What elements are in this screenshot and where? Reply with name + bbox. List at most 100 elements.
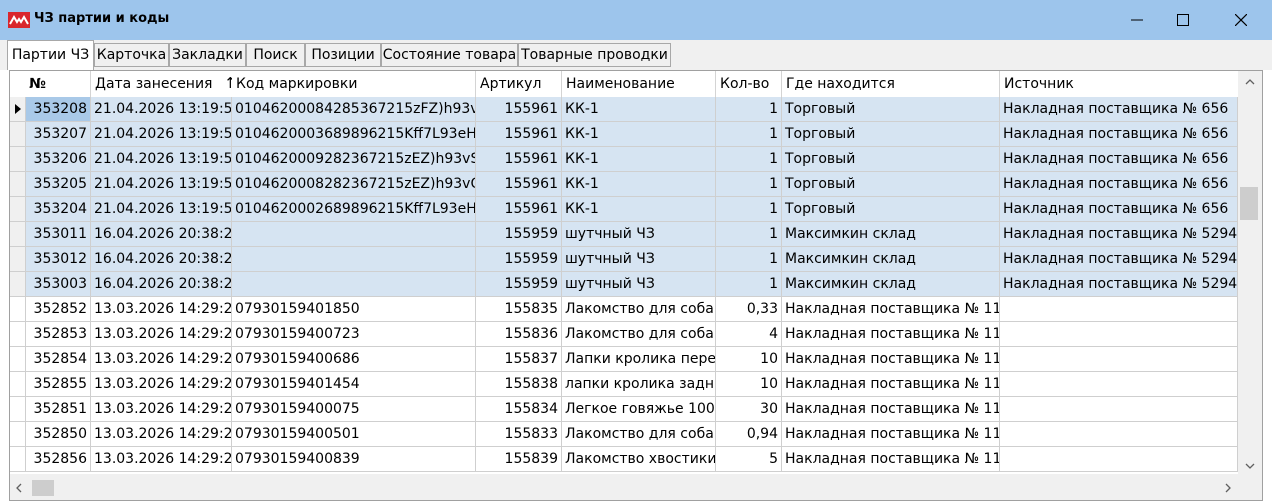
cell-name[interactable]: Лакомство для собак <box>562 422 716 447</box>
scroll-left-arrow-icon[interactable] <box>16 483 22 493</box>
cell-name[interactable]: Лакомство хвостики к <box>562 447 716 472</box>
table-row[interactable]: 352850 13.03.2026 14:29:24 07930159400501 1… <box>10 422 1238 447</box>
table-row[interactable]: 353011 16.04.2026 20:38:28 155959 шутчный Ч… <box>10 222 1238 247</box>
cell-code[interactable] <box>232 272 476 297</box>
cell-code[interactable]: 07930159401850 <box>232 297 476 322</box>
column-header-num[interactable]: № <box>26 71 91 97</box>
table-row[interactable]: 353205 21.04.2026 13:19:51 010462000828236… <box>10 172 1238 197</box>
cell-date[interactable]: 21.04.2026 13:19:51 <box>91 172 232 197</box>
cell-source[interactable] <box>1000 322 1238 347</box>
cell-location[interactable]: Торговый <box>782 147 1000 172</box>
cell-code[interactable]: 07930159400075 <box>232 397 476 422</box>
cell-name[interactable]: лапки кролика задние <box>562 372 716 397</box>
cell-code[interactable]: 07930159400501 <box>232 422 476 447</box>
table-row[interactable]: 353012 16.04.2026 20:38:28 155959 шутчный Ч… <box>10 247 1238 272</box>
column-header-source[interactable]: Источник <box>1000 71 1238 97</box>
column-header-date[interactable]: Дата занесения <box>91 71 232 97</box>
cell-name[interactable]: КК-1 <box>562 172 716 197</box>
cell-num[interactable]: 352856 <box>26 447 91 472</box>
tab-sostoyanie-tovara[interactable]: Состояние товара <box>381 43 518 67</box>
cell-num[interactable]: 353206 <box>26 147 91 172</box>
cell-source[interactable] <box>1000 372 1238 397</box>
app-logo-icon[interactable] <box>8 12 30 28</box>
cell-code[interactable]: 010462000928236​7215zEZ)h93vSua <box>232 147 476 172</box>
row-indicator[interactable] <box>10 147 26 172</box>
cell-date[interactable]: 13.03.2026 14:29:24 <box>91 422 232 447</box>
scroll-up-arrow-icon[interactable] <box>1245 79 1255 85</box>
scroll-down-arrow-icon[interactable] <box>1245 463 1255 469</box>
cell-date[interactable]: 16.04.2026 20:38:28 <box>91 247 232 272</box>
cell-source[interactable] <box>1000 422 1238 447</box>
cell-source[interactable]: Накладная поставщика № 52947 <box>1000 222 1238 247</box>
cell-num[interactable]: 352854 <box>26 347 91 372</box>
vertical-scroll-thumb[interactable] <box>1240 187 1258 220</box>
cell-location[interactable]: Торговый <box>782 197 1000 222</box>
column-header-article[interactable]: Артикул <box>476 71 562 97</box>
cell-qty[interactable]: 0,94 <box>716 422 782 447</box>
cell-num[interactable]: 352852 <box>26 297 91 322</box>
cell-location[interactable]: Накладная поставщика № 11 <box>782 322 1000 347</box>
cell-qty[interactable]: 1 <box>716 197 782 222</box>
cell-name[interactable]: шутчный ЧЗ <box>562 222 716 247</box>
cell-num[interactable]: 353003 <box>26 272 91 297</box>
column-header-code[interactable]: Код маркировки <box>232 71 476 97</box>
cell-source[interactable] <box>1000 297 1238 322</box>
tab-tovarnye-provodki[interactable]: Товарные проводки <box>518 43 671 67</box>
cell-code[interactable]: 010462000828236​7215zEZ)h93vQuo <box>232 172 476 197</box>
cell-name[interactable]: КК-1 <box>562 197 716 222</box>
column-header-qty[interactable]: Кол-во <box>716 71 782 97</box>
cell-source[interactable]: Накладная поставщика № 656 <box>1000 172 1238 197</box>
table-row[interactable]: 353208 21.04.2026 13:19:51 010462000842853… <box>10 97 1238 122</box>
table-row[interactable]: 353207 21.04.2026 13:19:51 010462000368989… <box>10 122 1238 147</box>
cell-date[interactable]: 13.03.2026 14:29:24 <box>91 372 232 397</box>
column-header-name[interactable]: Наименование <box>562 71 716 97</box>
table-row[interactable]: 352855 13.03.2026 14:29:24 07930159401454 1… <box>10 372 1238 397</box>
cell-num[interactable]: 352855 <box>26 372 91 397</box>
maximize-button[interactable] <box>1160 0 1206 40</box>
cell-article[interactable]: 155836 <box>476 322 562 347</box>
cell-code[interactable] <box>232 247 476 272</box>
cell-num[interactable]: 352853 <box>26 322 91 347</box>
cell-qty[interactable]: 1 <box>716 97 782 122</box>
cell-location[interactable]: Накладная поставщика № 11 <box>782 347 1000 372</box>
cell-name[interactable]: шутчный ЧЗ <box>562 272 716 297</box>
tab-kartochka[interactable]: Карточка <box>94 43 169 67</box>
cell-qty[interactable]: 1 <box>716 122 782 147</box>
cell-date[interactable]: 13.03.2026 14:29:24 <box>91 447 232 472</box>
cell-code[interactable] <box>232 222 476 247</box>
cell-article[interactable]: 155835 <box>476 297 562 322</box>
tab-poisk[interactable]: Поиск <box>246 43 305 67</box>
cell-name[interactable]: Легкое говяжье 100 гр <box>562 397 716 422</box>
cell-article[interactable]: 155961 <box>476 147 562 172</box>
row-indicator[interactable] <box>10 97 26 122</box>
row-indicator[interactable] <box>10 397 26 422</box>
cell-location[interactable]: Торговый <box>782 122 1000 147</box>
tab-partii-cz[interactable]: Партии ЧЗ <box>7 40 94 70</box>
cell-article[interactable]: 155834 <box>476 397 562 422</box>
cell-num[interactable]: 352850 <box>26 422 91 447</box>
data-grid[interactable]: № Дата занесения ↑ Код маркировки Артику… <box>10 71 1238 474</box>
cell-article[interactable]: 155833 <box>476 422 562 447</box>
cell-location[interactable]: Накладная поставщика № 11 <box>782 422 1000 447</box>
cell-date[interactable]: 16.04.2026 20:38:28 <box>91 222 232 247</box>
cell-date[interactable]: 13.03.2026 14:29:24 <box>91 347 232 372</box>
cell-date[interactable]: 21.04.2026 13:19:51 <box>91 197 232 222</box>
cell-date[interactable]: 16.04.2026 20:38:27 <box>91 272 232 297</box>
cell-article[interactable]: 155961 <box>476 172 562 197</box>
cell-date[interactable]: 21.04.2026 13:19:51 <box>91 97 232 122</box>
row-indicator[interactable] <box>10 197 26 222</box>
table-row[interactable]: 352852 13.03.2026 14:29:24 07930159401850 1… <box>10 297 1238 322</box>
cell-code[interactable]: 07930159401454 <box>232 372 476 397</box>
cell-source[interactable]: Накладная поставщика № 656 <box>1000 147 1238 172</box>
cell-num[interactable]: 353205 <box>26 172 91 197</box>
cell-qty[interactable]: 1 <box>716 222 782 247</box>
horizontal-scroll-thumb[interactable] <box>32 480 54 496</box>
table-row[interactable]: 353003 16.04.2026 20:38:27 155959 шутчный Ч… <box>10 272 1238 297</box>
cell-code[interactable]: 07930159400839 <box>232 447 476 472</box>
cell-article[interactable]: 155961 <box>476 197 562 222</box>
table-row[interactable]: 352854 13.03.2026 14:29:24 07930159400686 1… <box>10 347 1238 372</box>
cell-num[interactable]: 353011 <box>26 222 91 247</box>
cell-source[interactable]: Накладная поставщика № 656 <box>1000 122 1238 147</box>
cell-date[interactable]: 21.04.2026 13:19:51 <box>91 122 232 147</box>
cell-name[interactable]: КК-1 <box>562 122 716 147</box>
